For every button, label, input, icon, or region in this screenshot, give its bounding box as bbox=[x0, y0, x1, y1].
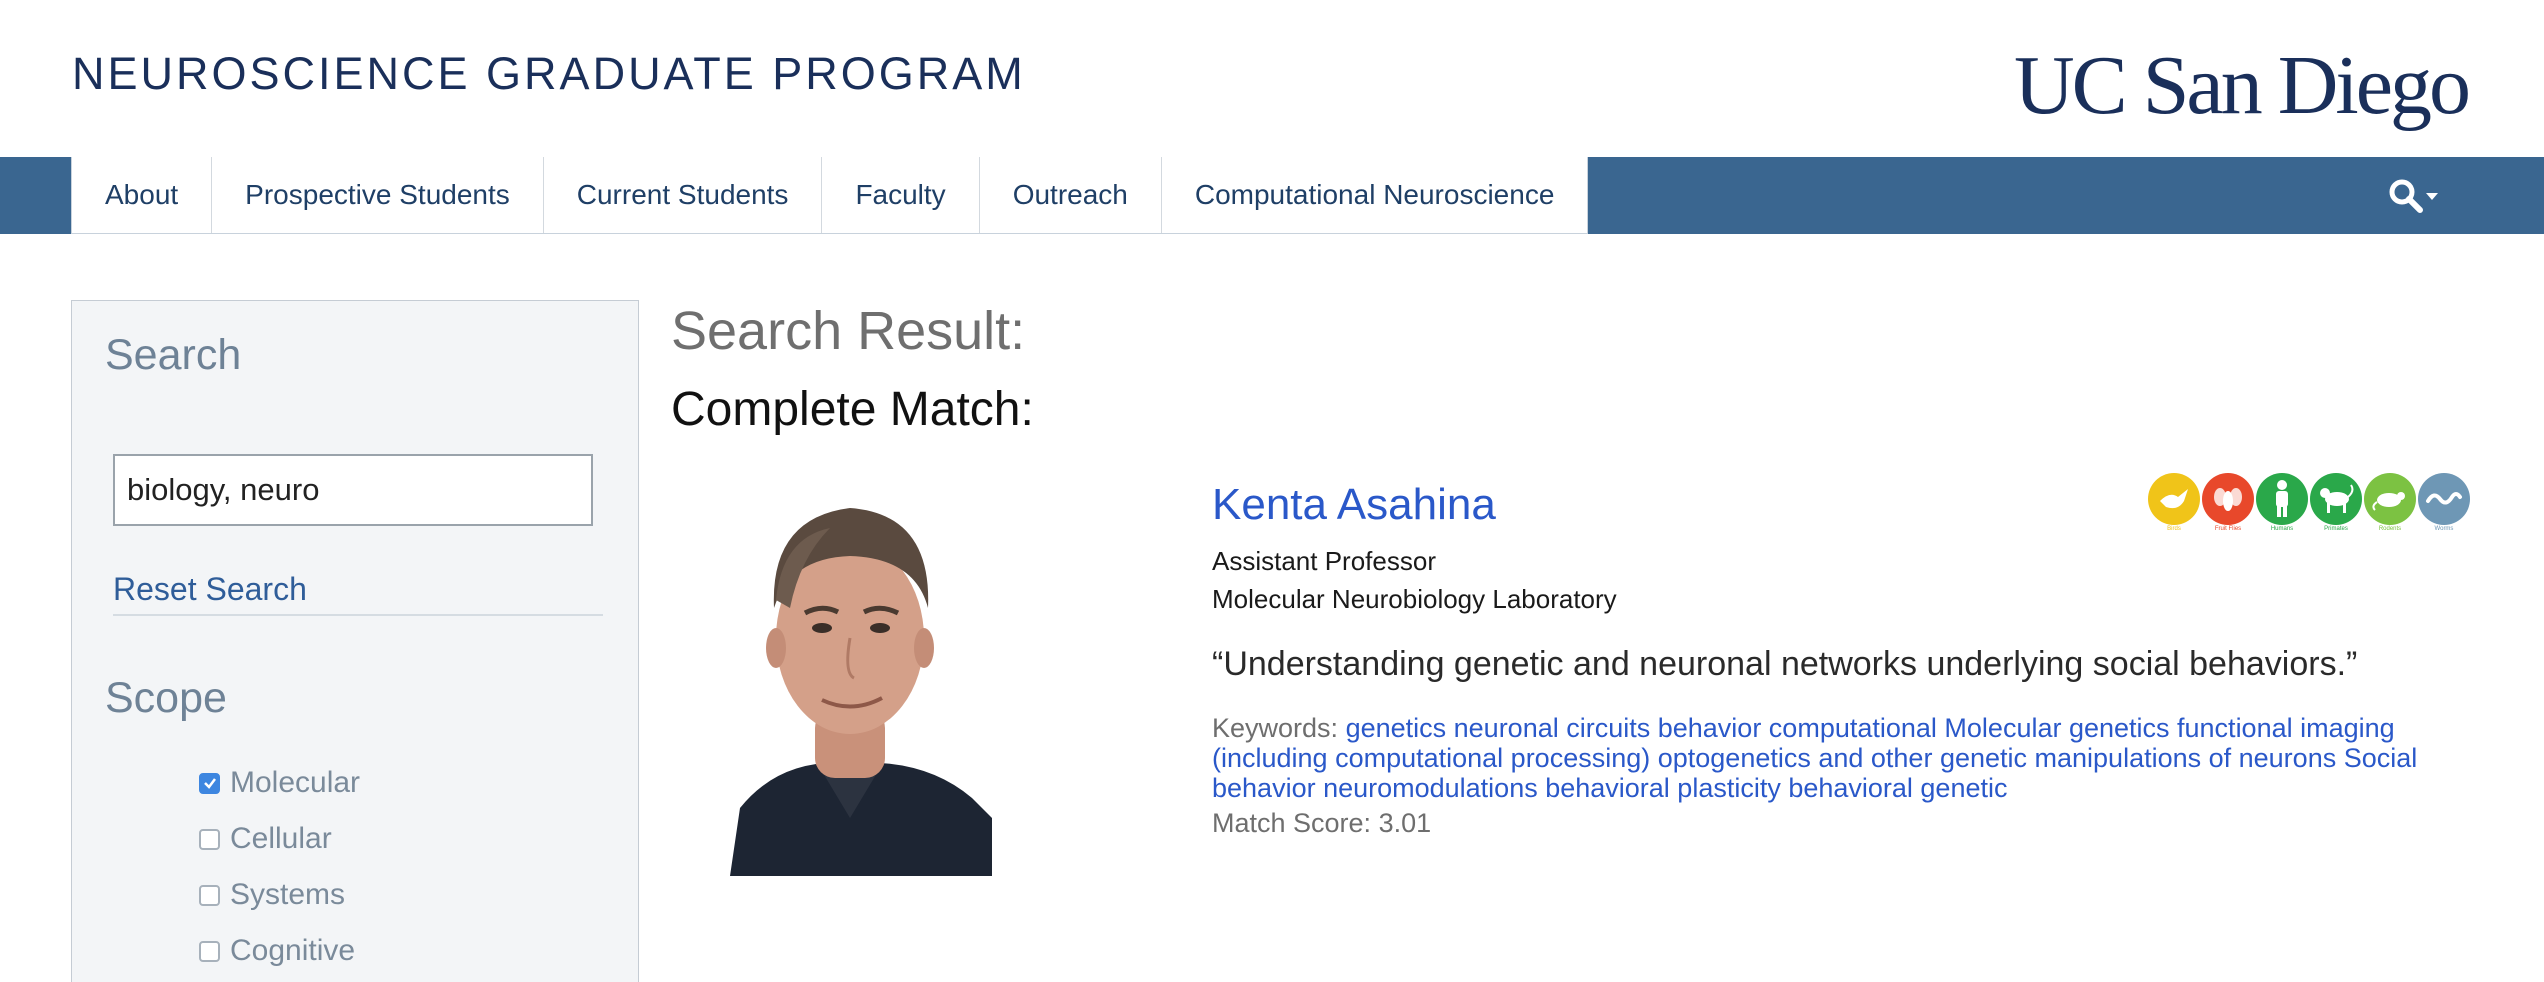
checkbox-checked-icon[interactable] bbox=[199, 772, 220, 794]
nav-item-faculty[interactable]: Faculty bbox=[822, 157, 980, 233]
organism-caption: Worms bbox=[2434, 526, 2454, 532]
organism-worms[interactable]: Worms bbox=[2418, 473, 2472, 533]
rodent-icon bbox=[2364, 473, 2416, 525]
scope-options: Molecular Cellular Systems Cognitive bbox=[199, 755, 360, 979]
scope-heading: Scope bbox=[105, 674, 227, 722]
faculty-title: Assistant Professor bbox=[1212, 546, 1436, 576]
chevron-down-icon bbox=[2424, 190, 2440, 202]
organism-fruit-flies[interactable]: Fruit Flies bbox=[2202, 473, 2256, 533]
worm-icon bbox=[2418, 473, 2470, 525]
keywords-block: Keywords: genetics neuronal circuits beh… bbox=[1212, 713, 2472, 803]
primate-icon bbox=[2310, 473, 2362, 525]
nav-item-about[interactable]: About bbox=[72, 157, 213, 233]
organism-icons: Birds Fruit Flies Humans Primates Rodent… bbox=[2148, 473, 2472, 533]
reset-search-link[interactable]: Reset Search bbox=[113, 571, 307, 608]
complete-match-heading: Complete Match: bbox=[671, 383, 1034, 436]
match-score-value: 3.01 bbox=[1378, 808, 1432, 838]
match-score: Match Score: 3.01 bbox=[1212, 808, 1431, 839]
nav-item-outreach[interactable]: Outreach bbox=[980, 157, 1162, 233]
organism-caption: Fruit Flies bbox=[2214, 526, 2242, 532]
organism-caption: Rodents bbox=[2378, 526, 2402, 532]
match-score-label: Match Score: bbox=[1212, 808, 1372, 838]
human-icon bbox=[2256, 473, 2308, 525]
keywords-links[interactable]: genetics neuronal circuits behavior comp… bbox=[1212, 713, 2417, 803]
scope-option-systems[interactable]: Systems bbox=[199, 867, 360, 923]
organism-birds[interactable]: Birds bbox=[2148, 473, 2202, 533]
checkbox-icon[interactable] bbox=[199, 884, 220, 906]
faculty-portrait[interactable] bbox=[710, 478, 992, 876]
organism-primates[interactable]: Primates bbox=[2310, 473, 2364, 533]
main-navbar: About Prospective Students Current Stude… bbox=[0, 157, 2544, 234]
organism-rodents[interactable]: Rodents bbox=[2364, 473, 2418, 533]
search-result-heading: Search Result: bbox=[671, 301, 1026, 361]
scope-option-cellular[interactable]: Cellular bbox=[199, 811, 360, 867]
organism-caption: Humans bbox=[2270, 526, 2294, 532]
scope-label: Cognitive bbox=[230, 934, 356, 967]
divider bbox=[113, 614, 603, 616]
nav-item-prospective-students[interactable]: Prospective Students bbox=[212, 157, 544, 233]
search-heading: Search bbox=[105, 331, 242, 379]
keywords-label: Keywords: bbox=[1212, 713, 1339, 743]
site-title[interactable]: NEUROSCIENCE GRADUATE PROGRAM bbox=[72, 48, 1026, 100]
checkbox-icon[interactable] bbox=[199, 828, 220, 850]
scope-option-cognitive[interactable]: Cognitive bbox=[199, 923, 360, 979]
search-toggle-button[interactable] bbox=[2388, 174, 2448, 218]
organism-caption: Birds bbox=[2167, 526, 2181, 532]
research-quote: “Understanding genetic and neuronal netw… bbox=[1212, 645, 2358, 683]
ucsd-logo[interactable]: UC San Diego bbox=[2014, 44, 2471, 128]
scope-label: Cellular bbox=[230, 822, 332, 855]
organism-humans[interactable]: Humans bbox=[2256, 473, 2310, 533]
scope-label: Molecular bbox=[230, 766, 361, 799]
faculty-lab: Molecular Neurobiology Laboratory bbox=[1212, 584, 1617, 614]
fly-icon bbox=[2202, 473, 2254, 525]
nav-item-current-students[interactable]: Current Students bbox=[544, 157, 823, 233]
scope-option-molecular[interactable]: Molecular bbox=[199, 755, 360, 811]
checkbox-icon[interactable] bbox=[199, 940, 220, 962]
search-input[interactable] bbox=[113, 454, 593, 526]
search-icon bbox=[2388, 178, 2424, 214]
scope-label: Systems bbox=[230, 878, 346, 911]
organism-caption: Primates bbox=[2324, 526, 2348, 532]
nav-menu: About Prospective Students Current Stude… bbox=[71, 157, 1589, 234]
bird-icon bbox=[2148, 473, 2200, 525]
faculty-name-link[interactable]: Kenta Asahina bbox=[1212, 480, 1496, 530]
nav-item-computational-neuroscience[interactable]: Computational Neuroscience bbox=[1162, 157, 1588, 233]
